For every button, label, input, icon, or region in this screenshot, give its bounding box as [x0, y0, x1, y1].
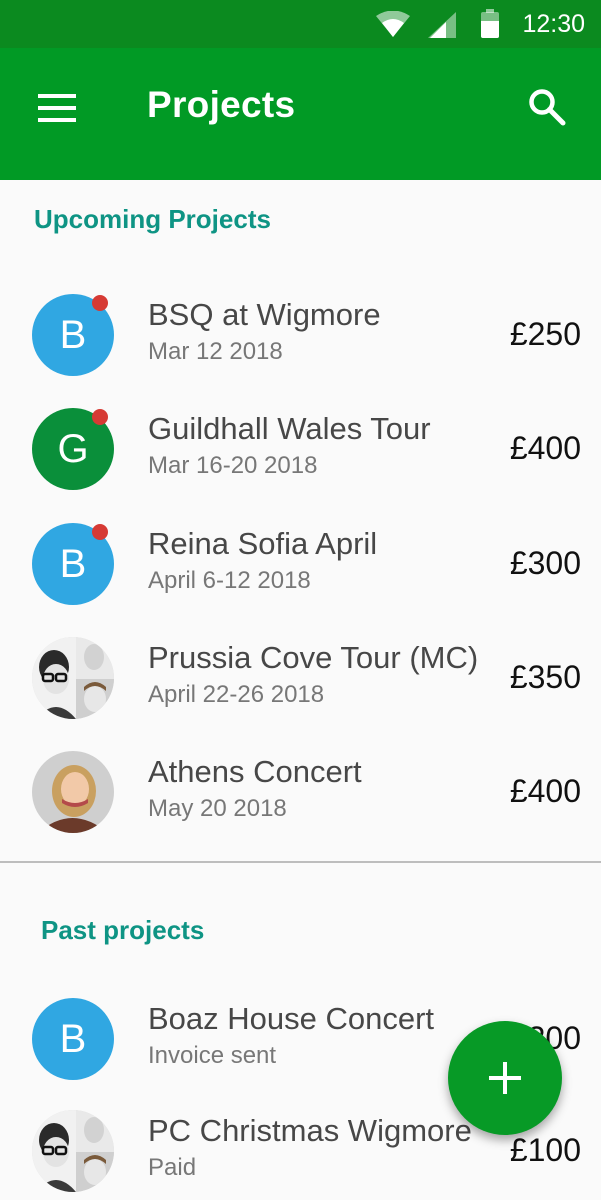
project-status: Paid [148, 1154, 197, 1181]
project-date: May 20 2018 [148, 795, 287, 822]
project-row-bsq-wigmore[interactable]: B BSQ at Wigmore Mar 12 2018 £250 [0, 289, 601, 399]
project-date: Mar 16-20 2018 [148, 452, 318, 479]
notification-dot [92, 524, 108, 540]
group-photo-avatar [32, 637, 114, 719]
project-row-athens-concert[interactable]: Athens Concert May 20 2018 £400 [0, 746, 601, 856]
add-project-button[interactable] [448, 1021, 562, 1135]
project-title: Reina Sofia April [148, 526, 378, 561]
project-amount: £350 [509, 659, 581, 695]
page-title: Projects [147, 84, 296, 125]
project-title: Guildhall Wales Tour [148, 411, 431, 446]
battery-icon [481, 9, 499, 38]
menu-icon[interactable] [38, 94, 76, 122]
project-avatar: B [32, 523, 114, 605]
project-title: Athens Concert [148, 754, 362, 789]
project-amount: £100 [509, 1132, 581, 1168]
notification-dot [92, 295, 108, 311]
project-row-guildhall-wales[interactable]: G Guildhall Wales Tour Mar 16-20 2018 £4… [0, 403, 601, 513]
project-status: Invoice sent [148, 1042, 277, 1069]
avatar-letter: B [32, 998, 114, 1080]
project-amount: £400 [509, 430, 581, 466]
project-row-reina-sofia[interactable]: B Reina Sofia April April 6-12 2018 £300 [0, 518, 601, 628]
status-bar: 12:30 [0, 0, 601, 48]
project-amount: £300 [509, 545, 581, 581]
section-divider [0, 861, 601, 863]
project-title: BSQ at Wigmore [148, 297, 381, 332]
person-photo-avatar [32, 751, 114, 833]
status-time: 12:30 [522, 10, 585, 38]
project-avatar: B [32, 294, 114, 376]
plus-icon [489, 1062, 521, 1094]
wifi-icon [376, 11, 410, 37]
project-date: April 6-12 2018 [148, 567, 311, 594]
project-amount: £250 [509, 316, 581, 352]
signal-icon [428, 12, 456, 38]
project-amount: £400 [509, 773, 581, 809]
group-photo-avatar [32, 1110, 114, 1192]
search-icon[interactable] [528, 88, 566, 126]
notification-dot [92, 409, 108, 425]
project-title: Boaz House Concert [148, 1001, 435, 1036]
project-title: Prussia Cove Tour (MC) [148, 640, 479, 675]
project-row-prussia-cove[interactable]: Prussia Cove Tour (MC) April 22-26 2018 … [0, 632, 601, 742]
project-date: April 22-26 2018 [148, 681, 325, 708]
project-date: Mar 12 2018 [148, 338, 283, 365]
project-title: PC Christmas Wigmore [148, 1113, 472, 1148]
upcoming-section-title: Upcoming Projects [34, 204, 271, 234]
app-bar: Projects [0, 48, 601, 180]
past-section-title: Past projects [41, 915, 205, 945]
project-avatar: G [32, 408, 114, 490]
